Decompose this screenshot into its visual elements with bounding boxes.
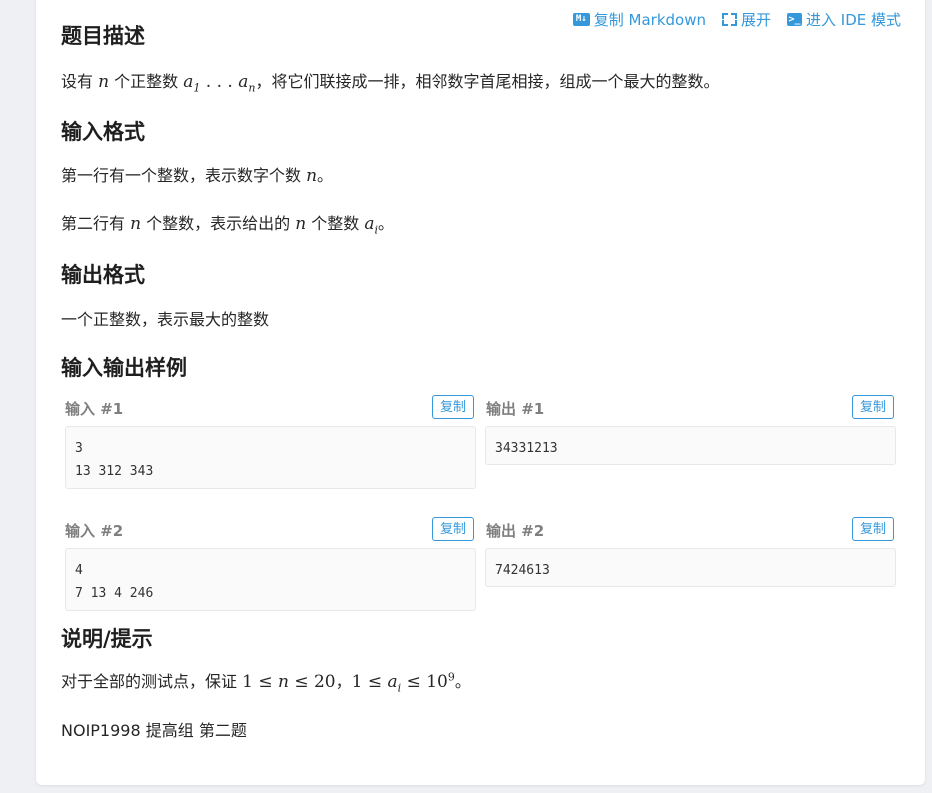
description-text-2: 个正整数 (109, 72, 184, 91)
hint-text-1: 对于全部的测试点，保证 (61, 672, 243, 691)
input-format-line-1: 第一行有一个整数，表示数字个数 n。 (61, 162, 333, 186)
copy-output-1-button[interactable]: 复制 (852, 395, 894, 419)
terminal-icon: >_ (787, 13, 802, 26)
problem-toolbar: M↓ 复制 Markdown 展开 >_ 进入 IDE 模式 (572, 9, 901, 30)
math-expr: 1 ≤ (242, 672, 278, 692)
copy-output-2-button[interactable]: 复制 (852, 517, 894, 541)
math-ai: ai (387, 672, 402, 695)
input-format-line-1-text: 第一行有一个整数，表示数字个数 (61, 166, 307, 185)
description-heading: 题目描述 (61, 24, 145, 48)
copy-input-1-button[interactable]: 复制 (432, 395, 474, 419)
sample-input-2-box[interactable]: 4 7 13 4 246 (65, 548, 476, 611)
math-n: n (130, 214, 142, 234)
math-n: n (306, 166, 318, 186)
description-text-1: 设有 (61, 72, 99, 91)
sample-output-label: 输出 #1 (486, 400, 545, 418)
copy-input-2-button[interactable]: 复制 (432, 517, 474, 541)
output-format-text: 一个正整数，表示最大的整数 (61, 310, 270, 329)
math-expr: 1 ≤ (351, 672, 388, 692)
input-format-line-2: 第二行有 n 个整数，表示给出的 n 个整数 ai。 (61, 210, 394, 236)
hint-text: 对于全部的测试点，保证 1 ≤ n ≤ 20，1 ≤ ai ≤ 109。 (61, 668, 471, 694)
math-a1: a1 (183, 72, 201, 95)
enter-ide-button[interactable]: >_ 进入 IDE 模式 (787, 9, 901, 30)
hint-end: 。 (454, 672, 471, 691)
code-line: 13 312 343 (75, 464, 154, 479)
code-line: 7 13 4 246 (75, 586, 154, 601)
expand-label: 展开 (740, 11, 771, 29)
copy-markdown-button[interactable]: M↓ 复制 Markdown (572, 9, 706, 30)
expand-button[interactable]: 展开 (721, 9, 771, 30)
input-format-line-2-text-a: 第二行有 (61, 214, 131, 233)
enter-ide-label: 进入 IDE 模式 (806, 11, 901, 29)
math-an: an (238, 72, 256, 95)
problem-source: NOIP1998 提高组 第二题 (61, 721, 247, 740)
sample-output-1-box[interactable]: 34331213 (485, 426, 896, 465)
description-text-3: ，将它们联接成一排，相邻数字首尾相接，组成一个最大的整数。 (255, 72, 720, 91)
expand-icon (721, 13, 737, 26)
math-n: n (98, 72, 110, 92)
sample-input-label: 输入 #2 (65, 522, 124, 540)
code-line: 7424613 (495, 563, 550, 578)
markdown-icon: M↓ (572, 13, 590, 26)
code-line: 3 (75, 441, 83, 456)
sample-output-2-box[interactable]: 7424613 (485, 548, 896, 587)
problem-card: 题目描述 M↓ 复制 Markdown 展开 >_ 进入 IDE 模式 设有 n… (36, 0, 925, 785)
description-text: 设有 n 个正整数 a1 . . . an，将它们联接成一排，相邻数字首尾相接，… (61, 68, 719, 94)
hint-separator: ， (335, 672, 352, 691)
math-n: n (295, 214, 307, 234)
sample-input-1-box[interactable]: 3 13 312 343 (65, 426, 476, 489)
math-dots: . . . (200, 72, 239, 92)
code-line: 34331213 (495, 441, 558, 456)
input-format-line-2-text-b: 个整数，表示给出的 (141, 214, 296, 233)
output-format-heading: 输出格式 (61, 263, 145, 287)
hint-heading: 说明/提示 (61, 627, 153, 651)
code-line: 4 (75, 563, 83, 578)
math-expr: ≤ 109 (401, 670, 455, 692)
samples-heading: 输入输出样例 (61, 356, 187, 380)
input-format-line-2-text-c: 个整数 (306, 214, 365, 233)
sample-output-label: 输出 #2 (486, 522, 545, 540)
math-ai: ai (364, 214, 379, 237)
input-format-line-2-end: 。 (378, 214, 395, 233)
input-format-heading: 输入格式 (61, 120, 145, 144)
copy-markdown-label: 复制 Markdown (593, 11, 706, 29)
math-n: n (277, 672, 289, 692)
math-expr: ≤ 20 (288, 672, 336, 692)
sample-input-label: 输入 #1 (65, 400, 124, 418)
input-format-line-1-end: 。 (317, 166, 334, 185)
